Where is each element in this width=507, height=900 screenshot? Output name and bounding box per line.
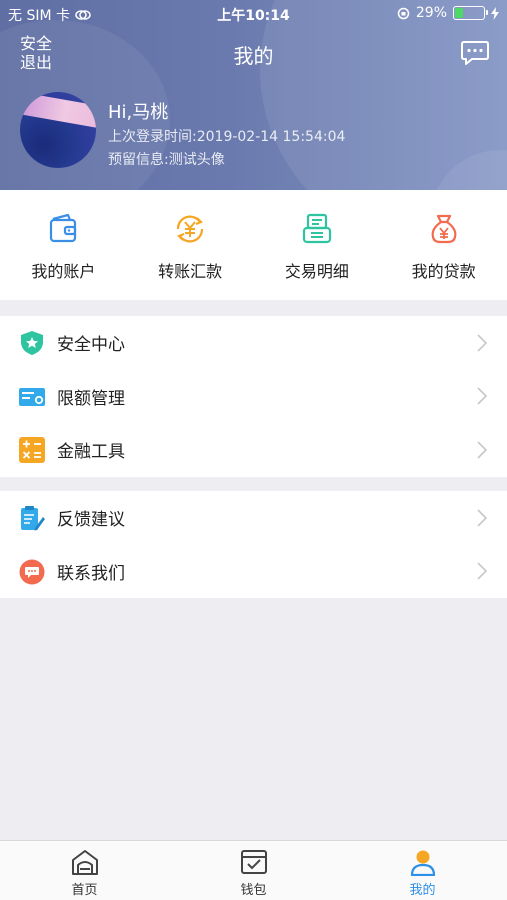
menu-item-contact-us[interactable]: 联系我们 — [0, 545, 507, 599]
chevron-right-icon — [477, 441, 488, 459]
transfer-yuan-icon — [177, 215, 204, 243]
page-title: 我的 — [233, 44, 274, 68]
profile-header: 无 SIM 卡 上午10:14 29% 安全退出 我的 Hi,马桃 上次登录时间… — [0, 0, 507, 190]
menu-label: 联系我们 — [57, 563, 125, 584]
chat-bubble-icon — [461, 41, 489, 65]
last-login-time: 上次登录时间:2019-02-14 15:54:04 — [108, 129, 346, 145]
tab-mine[interactable]: 我的 — [338, 841, 507, 900]
quick-label: 我的贷款 — [411, 262, 476, 281]
receipt-printer-icon — [302, 213, 331, 244]
message-button[interactable] — [460, 40, 490, 66]
menu-item-security-center[interactable]: 安全中心 — [0, 316, 507, 370]
wallet-icon — [50, 213, 77, 243]
shield-star-icon — [21, 331, 43, 355]
battery-icon — [453, 6, 488, 20]
contact-chat-icon — [19, 559, 45, 584]
tab-label: 首页 — [71, 883, 98, 898]
menu-item-financial-tools[interactable]: 金融工具 — [0, 423, 507, 477]
menu-group-support: 反馈建议 联系我们 — [0, 491, 507, 598]
home-icon — [71, 850, 98, 875]
quick-my-loan[interactable]: 我的贷款 — [380, 190, 507, 300]
quick-transaction-detail[interactable]: 交易明细 — [254, 190, 381, 300]
menu-label: 反馈建议 — [57, 510, 125, 531]
charging-bolt-icon — [491, 6, 499, 20]
quick-actions: 我的账户 转账汇款 交易明细 我的贷款 — [0, 190, 507, 300]
chevron-right-icon — [477, 509, 488, 527]
menu-item-feedback[interactable]: 反馈建议 — [0, 491, 507, 545]
menu-label: 限额管理 — [57, 388, 125, 409]
rotation-lock-icon — [397, 7, 410, 19]
tab-label: 我的 — [409, 883, 436, 898]
avatar[interactable] — [20, 92, 96, 168]
tab-home[interactable]: 首页 — [0, 841, 169, 900]
tab-wallet[interactable]: 钱包 — [169, 841, 338, 900]
menu-item-limit-management[interactable]: 限额管理 — [0, 370, 507, 424]
status-right: 29% — [397, 5, 499, 21]
money-bag-icon — [431, 214, 457, 244]
menu-group-security: 安全中心 限额管理 金融工具 — [0, 316, 507, 477]
reserved-info: 预留信息:测试头像 — [108, 152, 225, 168]
chevron-right-icon — [477, 387, 488, 405]
menu-label: 安全中心 — [57, 335, 125, 356]
quick-label: 交易明细 — [284, 262, 349, 281]
quick-label: 我的账户 — [31, 262, 96, 281]
status-bar: 无 SIM 卡 上午10:14 29% — [0, 0, 507, 28]
battery-percent: 29% — [415, 5, 447, 21]
chevron-right-icon — [477, 562, 488, 580]
limit-card-icon — [19, 387, 45, 406]
user-profile-icon — [410, 850, 435, 876]
calculator-icon — [19, 437, 45, 463]
user-greeting: Hi,马桃 — [108, 102, 169, 123]
feedback-clipboard-icon — [21, 506, 45, 531]
quick-my-account[interactable]: 我的账户 — [0, 190, 127, 300]
quick-label: 转账汇款 — [158, 262, 223, 281]
battery-level — [455, 8, 463, 18]
wallet-check-icon — [240, 850, 267, 874]
tab-label: 钱包 — [240, 883, 267, 898]
chevron-right-icon — [477, 334, 488, 352]
tab-bar: 首页 钱包 我的 — [0, 840, 507, 900]
quick-transfer[interactable]: 转账汇款 — [127, 190, 254, 300]
menu-label: 金融工具 — [57, 442, 125, 463]
